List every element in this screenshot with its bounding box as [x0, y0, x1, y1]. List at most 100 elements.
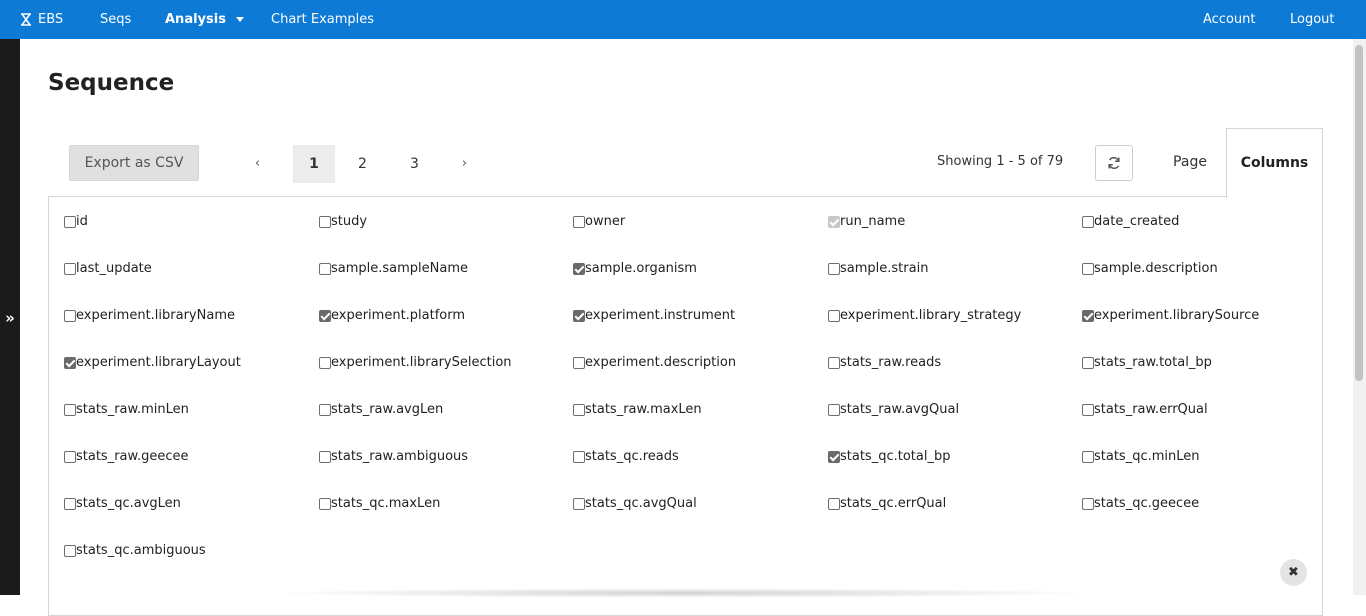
column-toggle[interactable]: stats_qc.geecee	[1082, 496, 1199, 511]
column-toggle[interactable]: experiment.description	[573, 355, 736, 370]
column-toggle[interactable]: stats_raw.ambiguous	[319, 449, 468, 464]
column-toggle[interactable]: stats_raw.avgLen	[319, 402, 443, 417]
column-toggle[interactable]: date_created	[1082, 214, 1179, 229]
column-checkbox[interactable]	[64, 309, 76, 322]
pagination-page-2[interactable]: 2	[345, 145, 380, 183]
caret-down-icon	[235, 17, 244, 22]
nav-item-account[interactable]: Account	[1203, 0, 1256, 39]
column-checkbox[interactable]	[828, 403, 840, 416]
column-toggle[interactable]: stats_raw.avgQual	[828, 402, 959, 417]
column-checkbox[interactable]	[573, 356, 585, 369]
column-label: experiment.platform	[331, 308, 466, 323]
column-checkbox[interactable]	[319, 403, 331, 416]
column-checkbox[interactable]	[828, 497, 840, 510]
column-checkbox[interactable]	[828, 450, 840, 463]
column-checkbox[interactable]	[1082, 497, 1094, 510]
column-toggle[interactable]: experiment.libraryLayout	[64, 355, 241, 370]
column-toggle[interactable]: id	[64, 214, 88, 229]
column-toggle[interactable]: stats_raw.errQual	[1082, 402, 1208, 417]
column-toggle[interactable]: stats_qc.avgLen	[64, 496, 181, 511]
column-toggle[interactable]: stats_raw.reads	[828, 355, 941, 370]
pagination-next-button[interactable]: ›	[447, 145, 482, 183]
column-checkbox[interactable]	[319, 356, 331, 369]
column-toggle[interactable]: experiment.libraryName	[64, 308, 235, 323]
column-toggle[interactable]: sample.strain	[828, 261, 928, 276]
refresh-button[interactable]	[1095, 145, 1133, 181]
column-checkbox[interactable]	[573, 497, 585, 510]
column-checkbox[interactable]	[64, 450, 76, 463]
sidebar-expand-button[interactable]: »	[0, 306, 20, 330]
column-toggle[interactable]: sample.organism	[573, 261, 697, 276]
column-toggle[interactable]: experiment.library_strategy	[828, 308, 1021, 323]
nav-item-logout[interactable]: Logout	[1290, 0, 1335, 39]
column-checkbox[interactable]	[319, 262, 331, 275]
column-toggle[interactable]: stats_qc.ambiguous	[64, 543, 206, 558]
scrollbar-thumb[interactable]	[1355, 45, 1363, 381]
column-toggle[interactable]: stats_raw.geecee	[64, 449, 188, 464]
column-checkbox[interactable]	[64, 497, 76, 510]
column-toggle[interactable]: experiment.librarySource	[1082, 308, 1259, 323]
column-checkbox[interactable]	[573, 309, 585, 322]
column-toggle[interactable]: experiment.platform	[319, 308, 465, 323]
column-toggle[interactable]: sample.description	[1082, 261, 1218, 276]
column-checkbox[interactable]	[573, 215, 585, 228]
column-checkbox[interactable]	[1082, 262, 1094, 275]
column-toggle[interactable]: stats_qc.minLen	[1082, 449, 1200, 464]
column-toggle[interactable]: stats_qc.maxLen	[319, 496, 440, 511]
column-toggle[interactable]: experiment.librarySelection	[319, 355, 512, 370]
tab-columns[interactable]: Columns	[1226, 128, 1323, 198]
column-toggle[interactable]: stats_qc.reads	[573, 449, 679, 464]
column-toggle[interactable]: study	[319, 214, 367, 229]
column-toggle[interactable]: sample.sampleName	[319, 261, 468, 276]
column-checkbox[interactable]	[319, 215, 331, 228]
column-checkbox[interactable]	[828, 309, 840, 322]
column-toggle[interactable]: stats_raw.minLen	[64, 402, 189, 417]
column-checkbox[interactable]	[828, 262, 840, 275]
tab-page[interactable]: Page	[1155, 128, 1225, 196]
brand-link[interactable]: EBS	[20, 0, 63, 39]
column-label: stats_raw.maxLen	[585, 402, 702, 417]
column-label: run_name	[840, 214, 906, 229]
close-button[interactable]: ✖	[1280, 559, 1307, 586]
column-label: stats_raw.ambiguous	[331, 449, 469, 464]
column-checkbox[interactable]	[1082, 450, 1094, 463]
column-toggle[interactable]: last_update	[64, 261, 152, 276]
column-toggle[interactable]: stats_raw.maxLen	[573, 402, 702, 417]
column-checkbox[interactable]	[828, 356, 840, 369]
nav-item-chart-examples[interactable]: Chart Examples	[271, 0, 374, 39]
column-checkbox[interactable]	[64, 215, 76, 228]
page-scrollbar[interactable]	[1353, 39, 1366, 595]
nav-item-seqs[interactable]: Seqs	[100, 0, 131, 39]
column-toggle[interactable]: owner	[573, 214, 625, 229]
column-checkbox[interactable]	[573, 450, 585, 463]
column-label: sample.organism	[585, 261, 697, 276]
column-checkbox[interactable]	[319, 450, 331, 463]
column-label: experiment.libraryName	[76, 308, 235, 323]
column-toggle[interactable]: stats_qc.avgQual	[573, 496, 697, 511]
pagination-page-1[interactable]: 1	[293, 145, 335, 183]
column-checkbox[interactable]	[319, 497, 331, 510]
nav-item-analysis[interactable]: Analysis	[165, 0, 244, 39]
column-checkbox[interactable]	[1082, 403, 1094, 416]
pagination-page-3[interactable]: 3	[397, 145, 432, 183]
column-label: sample.strain	[840, 261, 929, 276]
column-toggle[interactable]: stats_raw.total_bp	[1082, 355, 1212, 370]
column-label: study	[331, 214, 368, 229]
column-toggle[interactable]: experiment.instrument	[573, 308, 735, 323]
column-checkbox[interactable]	[64, 356, 76, 369]
column-checkbox[interactable]	[573, 262, 585, 275]
column-checkbox[interactable]	[1082, 356, 1094, 369]
column-toggle[interactable]: stats_qc.errQual	[828, 496, 946, 511]
column-toggle[interactable]: run_name	[828, 214, 905, 229]
column-checkbox[interactable]	[64, 403, 76, 416]
column-label: last_update	[76, 261, 152, 276]
column-checkbox[interactable]	[573, 403, 585, 416]
column-checkbox[interactable]	[1082, 309, 1094, 322]
column-checkbox[interactable]	[64, 544, 76, 557]
column-checkbox[interactable]	[64, 262, 76, 275]
column-checkbox[interactable]	[1082, 215, 1094, 228]
pagination-prev-button[interactable]: ‹	[240, 145, 275, 183]
export-csv-button[interactable]: Export as CSV	[69, 145, 199, 181]
column-toggle[interactable]: stats_qc.total_bp	[828, 449, 950, 464]
column-checkbox[interactable]	[319, 309, 331, 322]
